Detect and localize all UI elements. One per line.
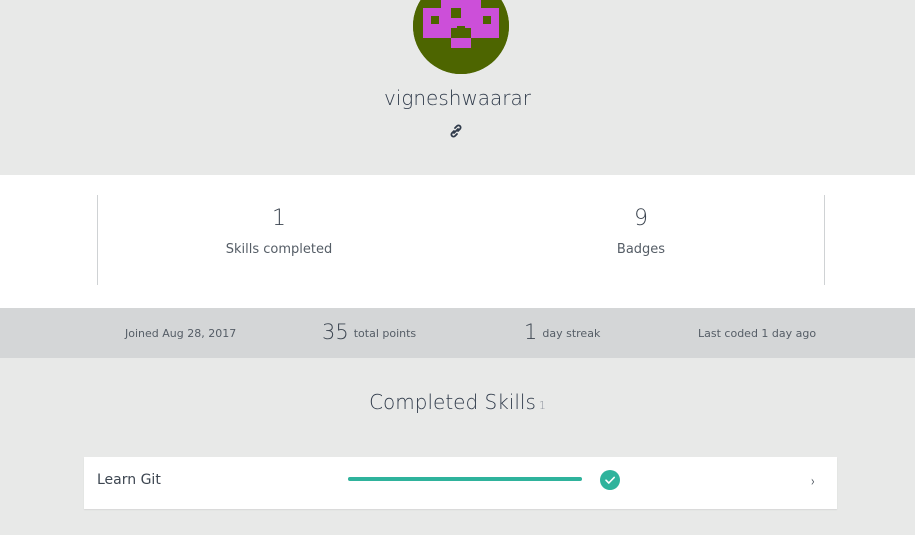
profile-header: vigneshwaarar xyxy=(0,0,915,175)
skill-progress-bar xyxy=(348,477,582,481)
day-streak-value: 1 xyxy=(524,320,538,344)
badges-label: Badges xyxy=(616,242,666,257)
skills-completed-value: 1 xyxy=(272,206,286,231)
day-streak-label: day streak xyxy=(542,326,601,340)
stat-skills-completed: 1 Skills completed xyxy=(98,195,460,257)
skills-completed-label: Skills completed xyxy=(225,242,333,257)
last-coded-text: Last coded 1 day ago xyxy=(698,326,817,340)
total-points: 35 total points xyxy=(322,308,416,358)
stat-badges[interactable]: 9 Badges xyxy=(460,195,822,257)
joined-date: Joined Aug 28, 2017 xyxy=(125,308,236,358)
avatar[interactable] xyxy=(413,0,509,74)
username: vigneshwaarar xyxy=(383,86,532,110)
check-circle-icon xyxy=(600,470,620,490)
joined-date-text: Joined Aug 28, 2017 xyxy=(125,326,237,340)
stats-box: 1 Skills completed 9 Badges xyxy=(97,195,825,285)
total-points-value: 35 xyxy=(322,320,349,344)
completed-skills-count: 1 xyxy=(538,399,546,412)
stats-band: 1 Skills completed 9 Badges xyxy=(0,175,915,308)
skill-card-learn-git[interactable]: Learn Git › xyxy=(84,457,837,509)
meta-strip: Joined Aug 28, 2017 35 total points 1 da… xyxy=(0,308,915,358)
badges-value: 9 xyxy=(634,206,648,231)
skill-name: Learn Git xyxy=(97,472,161,488)
link-icon[interactable] xyxy=(448,123,464,139)
completed-skills-title: Completed Skills 1 xyxy=(0,390,915,414)
skill-progress-fill xyxy=(348,477,582,481)
last-coded: Last coded 1 day ago xyxy=(698,308,816,358)
chevron-right-icon[interactable]: › xyxy=(811,474,815,490)
day-streak: 1 day streak xyxy=(524,308,600,358)
completed-skills-heading: Completed Skills xyxy=(369,390,536,414)
total-points-label: total points xyxy=(353,326,417,340)
avatar-identicon xyxy=(413,0,509,74)
